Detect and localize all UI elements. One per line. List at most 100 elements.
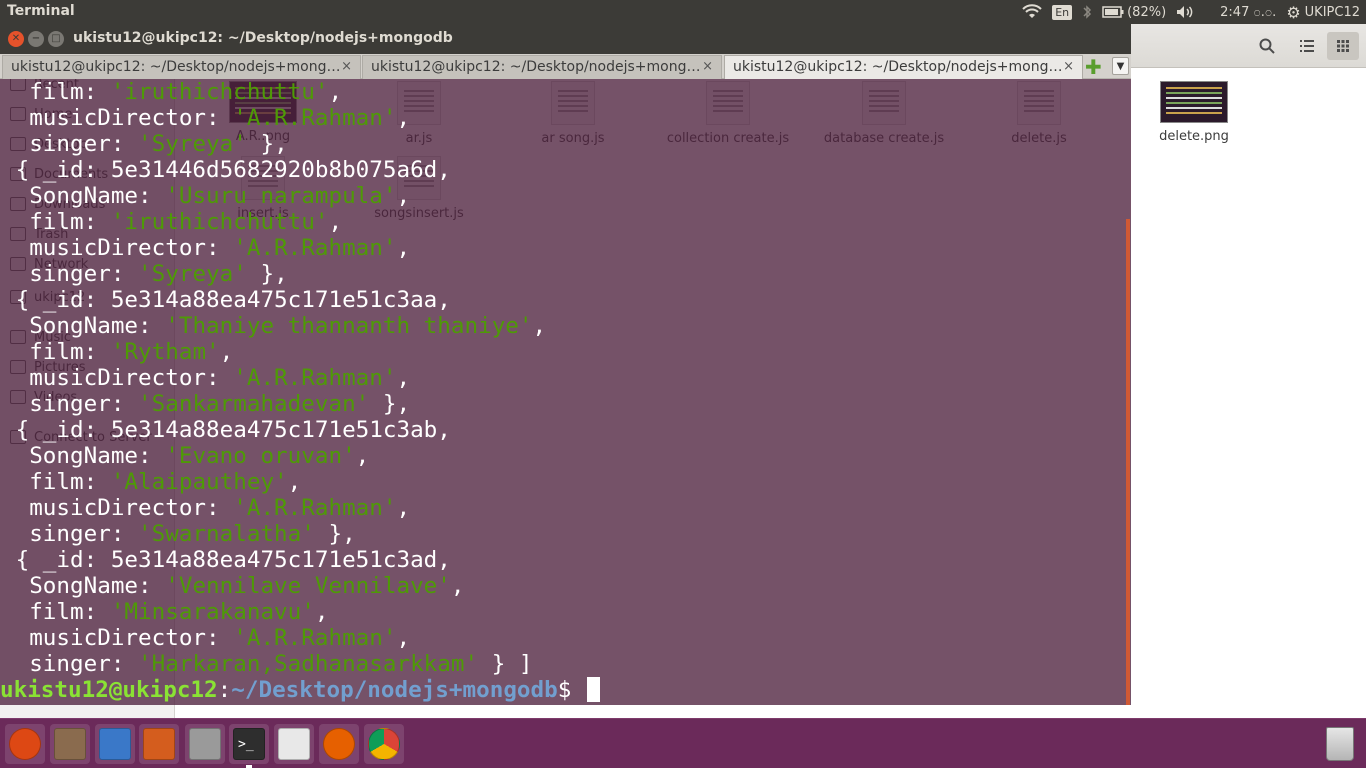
file-item[interactable]: delete.png — [1124, 81, 1264, 144]
file-manager-toolbar — [1131, 24, 1366, 68]
output-text: singer: — [2, 651, 139, 677]
session-menu[interactable]: ⚙ UKIPC12 — [1286, 3, 1360, 22]
window-maximize-button[interactable]: □ — [48, 31, 64, 47]
launcher-item[interactable] — [274, 724, 314, 764]
terminal-line: musicDirector: 'A.R.Rahman', — [2, 365, 410, 391]
output-text: singer: — [2, 521, 139, 547]
gear-icon: ⚙ — [1286, 2, 1301, 22]
output-text: , — [328, 209, 343, 235]
string-value: 'A.R.Rahman' — [233, 495, 397, 521]
launcher-item[interactable] — [95, 724, 135, 764]
terminal-line: SongName: 'Thaniye thannanth thaniye', — [2, 313, 546, 339]
string-value: 'A.R.Rahman' — [233, 625, 397, 651]
output-text: singer: — [2, 391, 139, 417]
tab-list-button[interactable]: ▼ — [1112, 57, 1129, 75]
impress-icon — [143, 728, 175, 760]
tab-close-icon[interactable]: × — [341, 59, 352, 74]
output-text: } ] — [478, 651, 533, 677]
terminal-line: SongName: 'Evano oruvan', — [2, 443, 369, 469]
output-text: film: — [2, 79, 111, 105]
battery-indicator[interactable]: (82%) — [1102, 5, 1166, 20]
terminal-tab-2[interactable]: ukistu12@ukipc12: ~/Desktop/nodejs+mong…… — [362, 55, 722, 79]
string-value: 'Usuru narampula' — [165, 183, 397, 209]
terminal-line: SongName: 'Usuru narampula', — [2, 183, 410, 209]
terminal-line: film: 'Minsarakanavu', — [2, 599, 328, 625]
window-close-button[interactable]: ✕ — [8, 31, 24, 47]
prompt-line[interactable]: ukistu12@ukipc12:~/Desktop/nodejs+mongod… — [0, 677, 600, 703]
search-button[interactable] — [1251, 32, 1283, 60]
string-value: 'Minsarakanavu' — [110, 599, 315, 625]
wifi-icon[interactable] — [1022, 4, 1042, 20]
terminal-tab-3[interactable]: ukistu12@ukipc12: ~/Desktop/nodejs+mong…… — [724, 55, 1083, 79]
output-text: musicDirector: — [2, 365, 234, 391]
launcher-item[interactable] — [139, 724, 179, 764]
string-value: 'Vennilave Vennilave' — [165, 573, 451, 599]
string-value: 'Harkaran,Sadhanasarkkam' — [138, 651, 479, 677]
list-view-icon — [1300, 40, 1314, 52]
bluetooth-icon[interactable] — [1082, 4, 1092, 20]
terminal-line: singer: 'Swarnalatha' }, — [2, 521, 356, 547]
terminal-scrollbar[interactable] — [1126, 219, 1130, 705]
terminal-line: { _id: 5e314a88ea475c171e51c3ab, — [2, 417, 451, 443]
launcher-item[interactable]: >_ — [229, 724, 269, 768]
battery-icon — [1102, 6, 1124, 18]
text-cursor — [586, 677, 600, 702]
firefox-icon — [323, 728, 355, 760]
window-minimize-button[interactable]: − — [28, 31, 44, 47]
battery-percentage: (82%) — [1127, 4, 1167, 20]
terminal-line: musicDirector: 'A.R.Rahman', — [2, 495, 410, 521]
username: UKIPC12 — [1304, 4, 1360, 20]
launcher-item[interactable] — [364, 724, 404, 764]
window-title: ukistu12@ukipc12: ~/Desktop/nodejs+mongo… — [73, 30, 453, 46]
output-text: }, — [369, 391, 411, 417]
output-text: , — [396, 495, 411, 521]
terminal-line: film: 'iruthichchuttu', — [2, 209, 342, 235]
launcher-dock: >_ — [0, 718, 1366, 768]
terminal-line: SongName: 'Vennilave Vennilave', — [2, 573, 464, 599]
volume-icon[interactable] — [1176, 5, 1194, 19]
output-text: { _id: 5e314a88ea475c171e51c3ab, — [2, 417, 451, 443]
launcher-item[interactable] — [50, 724, 90, 764]
string-value: 'iruthichchuttu' — [110, 209, 329, 235]
output-text: , — [396, 105, 411, 131]
tab-close-icon[interactable]: × — [702, 59, 713, 74]
text-editor-icon — [278, 728, 310, 760]
terminal-line: film: 'Alaipauthey', — [2, 469, 301, 495]
launcher-item[interactable] — [5, 724, 45, 764]
file-name: delete.png — [1159, 129, 1229, 144]
output-text: , — [396, 365, 411, 391]
terminal-window[interactable]: ✕ − □ ukistu12@ukipc12: ~/Desktop/nodejs… — [0, 24, 1131, 705]
terminal-tab-1[interactable]: ukistu12@ukipc12: ~/Desktop/nodejs+mong…… — [2, 55, 361, 79]
tab-label: ukistu12@ukipc12: ~/Desktop/nodejs+mong… — [733, 59, 1063, 75]
output-text: film: — [2, 339, 111, 365]
output-text: SongName: — [2, 183, 166, 209]
keyboard-layout-indicator[interactable]: En — [1052, 4, 1073, 20]
prompt-symbol: $ — [557, 677, 585, 703]
output-text: , — [396, 625, 411, 651]
terminal-line: singer: 'Sankarmahadevan' }, — [2, 391, 410, 417]
chrome-icon — [368, 728, 400, 760]
output-text: , — [219, 339, 234, 365]
chevron-down-icon: ▼ — [1116, 60, 1125, 72]
terminal-output[interactable]: film: 'iruthichchuttu', musicDirector: '… — [0, 79, 1131, 705]
string-value: 'Syreya' — [138, 261, 247, 287]
writer-icon — [99, 728, 131, 760]
terminal-titlebar[interactable]: ✕ − □ ukistu12@ukipc12: ~/Desktop/nodejs… — [0, 24, 1131, 54]
clock[interactable]: 2:47 ೦.೦. — [1220, 5, 1276, 20]
launcher-item[interactable] — [185, 724, 225, 764]
launcher-item[interactable] — [319, 724, 359, 764]
launcher-trash[interactable] — [1320, 724, 1360, 764]
terminal-line: musicDirector: 'A.R.Rahman', — [2, 235, 410, 261]
output-text: SongName: — [2, 313, 166, 339]
ubuntu-dash-icon — [9, 728, 41, 760]
list-view-button[interactable] — [1291, 32, 1323, 60]
grid-view-button[interactable] — [1327, 32, 1359, 60]
new-tab-button[interactable]: ✚ — [1085, 57, 1102, 77]
terminal-icon: >_ — [233, 728, 265, 760]
tab-close-icon[interactable]: × — [1063, 59, 1074, 74]
string-value: 'Syreya' — [138, 131, 247, 157]
string-value: 'Alaipauthey' — [110, 469, 288, 495]
output-text: }, — [314, 521, 356, 547]
grid-view-icon — [1337, 40, 1349, 52]
output-text: musicDirector: — [2, 625, 234, 651]
